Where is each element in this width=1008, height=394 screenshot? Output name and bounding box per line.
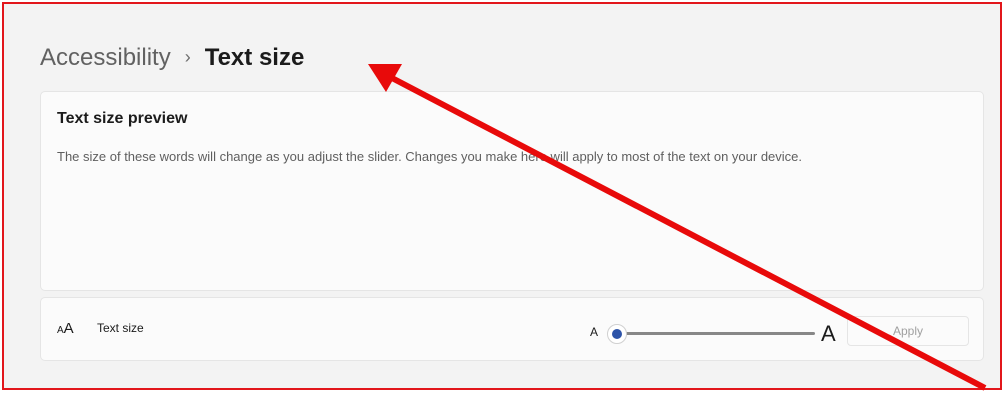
breadcrumb-accessibility-link[interactable]: Accessibility [40,42,171,74]
text-size-label: Text size [97,321,144,335]
text-size-setting-card: AA Text size A A Apply [40,297,984,361]
slider-max-label: A [821,321,836,346]
preview-description: The size of these words will change as y… [57,149,803,164]
slider-thumb[interactable] [607,324,627,344]
slider-thumb-dot [612,329,622,339]
settings-window: Accessibility › Text size Text size prev… [2,2,1002,390]
text-size-icon-big-glyph: A [63,320,74,337]
text-size-icon: AA [57,320,74,340]
page-title: Text size [204,44,305,71]
slider-min-label: A [590,325,599,339]
text-size-icon-small-glyph: A [57,325,64,336]
apply-button[interactable]: Apply [847,316,969,346]
text-size-preview-card: Text size preview The size of these word… [40,91,984,291]
breadcrumb-chevron-icon: › [184,47,191,67]
preview-title: Text size preview [57,110,188,127]
text-size-slider[interactable] [607,318,815,348]
slider-track[interactable] [611,332,815,335]
breadcrumb: Accessibility › Text size [40,42,304,74]
